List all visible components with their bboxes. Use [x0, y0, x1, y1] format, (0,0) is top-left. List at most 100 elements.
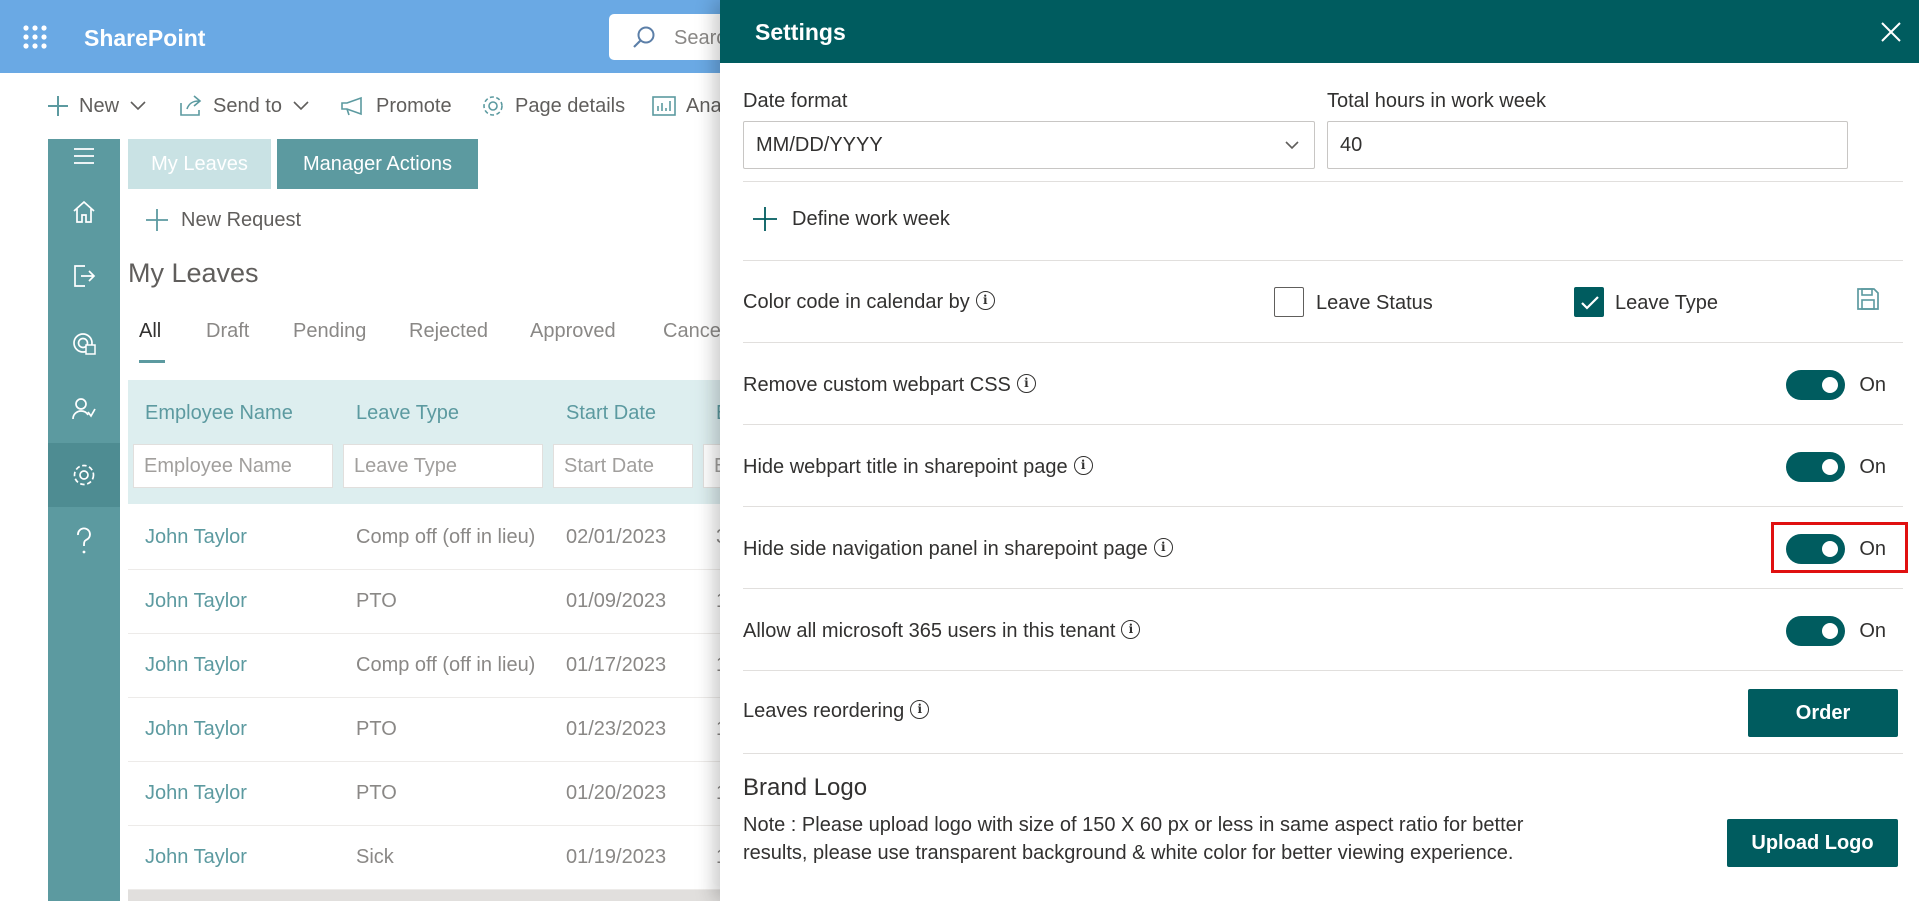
employee-name-link[interactable]: John Taylor: [145, 526, 247, 549]
upload-logo-button[interactable]: Upload Logo: [1727, 819, 1898, 867]
divider: [743, 342, 1903, 343]
define-work-week-button[interactable]: Define work week: [752, 206, 950, 232]
toggle-switch[interactable]: [1786, 370, 1846, 400]
employee-name-link[interactable]: John Taylor: [145, 590, 247, 613]
employee-name-link[interactable]: John Taylor: [145, 846, 247, 869]
allow-users-label: Allow all microsoft 365 users in this te…: [743, 620, 1116, 642]
employee-name-link[interactable]: John Taylor: [145, 654, 247, 677]
start-date-cell: 01/19/2023: [566, 846, 667, 868]
promote-button[interactable]: Promote: [340, 91, 452, 121]
hide-title-row: Hide webpart title in sharepoint page i: [743, 456, 1093, 479]
table-row[interactable]: John Taylor PTO 01/23/2023 1: [128, 698, 728, 762]
leave-type-cell: PTO: [356, 782, 397, 804]
divider: [743, 588, 1903, 589]
remove-css-toggle[interactable]: On: [1786, 367, 1886, 403]
horizontal-scrollbar[interactable]: [128, 890, 728, 901]
leave-type-label: Leave Type: [1615, 292, 1719, 314]
info-icon[interactable]: i: [1073, 456, 1093, 475]
remove-css-label: Remove custom webpart CSS: [743, 374, 1011, 396]
hide-side-nav-label: Hide side navigation panel in sharepoint…: [743, 538, 1148, 560]
analytics-button[interactable]: Ana: [652, 91, 722, 121]
info-icon[interactable]: i: [910, 700, 930, 719]
home-icon[interactable]: [48, 180, 120, 244]
table-row[interactable]: John Taylor PTO 01/09/2023 1: [128, 570, 728, 634]
send-to-button[interactable]: Send to: [179, 91, 310, 121]
help-icon[interactable]: [48, 509, 120, 573]
column-header-leave-type[interactable]: Leave Type: [356, 402, 459, 425]
leave-type-cell: Sick: [356, 846, 394, 868]
analytics-label: Ana: [686, 94, 722, 117]
date-format-dropdown[interactable]: MM/DD/YYYY: [743, 121, 1315, 169]
app-launcher-icon[interactable]: [14, 16, 56, 58]
tab-manager-actions[interactable]: Manager Actions: [277, 139, 478, 189]
start-date-cell: 02/01/2023: [566, 526, 667, 548]
leave-type-cell: PTO: [356, 718, 397, 740]
employee-name-link[interactable]: John Taylor: [145, 782, 247, 805]
table-row[interactable]: John Taylor Sick 01/19/2023 1: [128, 826, 728, 890]
new-label: New: [79, 94, 120, 117]
sharepoint-brand[interactable]: SharePoint: [84, 25, 205, 52]
page-details-label: Page details: [515, 94, 626, 117]
send-to-label: Send to: [213, 94, 282, 117]
info-icon[interactable]: i: [1153, 538, 1173, 557]
employee-name-filter[interactable]: Employee Name: [133, 444, 333, 488]
calendar-report-icon[interactable]: [48, 311, 120, 375]
info-icon[interactable]: i: [1016, 374, 1036, 393]
tab-my-leaves[interactable]: My Leaves: [128, 139, 271, 189]
toggle-switch[interactable]: [1786, 616, 1846, 646]
date-format-label: Date format: [743, 90, 848, 112]
chevron-down-icon: [293, 101, 309, 111]
filter-tab-pending[interactable]: Pending: [293, 320, 366, 343]
user-approval-icon[interactable]: [48, 377, 120, 441]
remove-css-row: Remove custom webpart CSS i: [743, 374, 1036, 397]
search-input[interactable]: Searc: [674, 27, 726, 50]
leave-status-checkbox[interactable]: [1274, 287, 1304, 317]
divider: [743, 260, 1903, 261]
toggle-state-label: On: [1859, 455, 1886, 478]
leave-type-filter[interactable]: Leave Type: [343, 444, 543, 488]
info-icon[interactable]: i: [1121, 620, 1141, 639]
start-date-cell: 01/09/2023: [566, 590, 667, 612]
filter-tab-rejected[interactable]: Rejected: [409, 320, 488, 343]
section-title: My Leaves: [128, 258, 259, 288]
total-hours-input[interactable]: 40: [1327, 121, 1848, 169]
search-icon: [631, 25, 657, 51]
new-request-button[interactable]: New Request: [145, 208, 301, 232]
order-button[interactable]: Order: [1748, 689, 1898, 737]
menu-icon[interactable]: [48, 139, 120, 173]
leave-type-cell: Comp off (off in lieu): [356, 654, 536, 676]
divider: [743, 424, 1903, 425]
brand-logo-note: Note : Please upload logo with size of 1…: [743, 814, 1524, 864]
sign-out-icon[interactable]: [48, 244, 120, 308]
new-button[interactable]: New: [47, 91, 147, 121]
megaphone-icon: [341, 96, 362, 116]
table-row[interactable]: John Taylor PTO 01/20/2023 1: [128, 762, 728, 826]
settings-panel: Settings Date format MM/DD/YYYY Total ho…: [720, 0, 1919, 901]
start-date-cell: 01/23/2023: [566, 718, 667, 740]
table-row[interactable]: John Taylor Comp off (off in lieu) 01/17…: [128, 634, 728, 698]
filter-tab-approved[interactable]: Approved: [530, 320, 616, 343]
column-header-start-date[interactable]: Start Date: [566, 402, 656, 425]
settings-gear-icon[interactable]: [48, 443, 120, 507]
filter-tab-draft[interactable]: Draft: [206, 320, 249, 343]
filter-tab-cancelled[interactable]: Cance: [663, 320, 721, 343]
page-details-button[interactable]: Page details: [481, 91, 625, 121]
reordering-label: Leaves reordering: [743, 700, 905, 722]
toggle-switch[interactable]: [1786, 452, 1846, 482]
toggle-state-label: On: [1859, 619, 1886, 642]
leave-type-checkbox[interactable]: [1574, 287, 1604, 317]
plus-icon: [146, 209, 168, 231]
leave-type-cell: Comp off (off in lieu): [356, 526, 536, 548]
column-header-employee-name[interactable]: Employee Name: [145, 402, 293, 425]
employee-name-link[interactable]: John Taylor: [145, 718, 247, 741]
allow-users-toggle[interactable]: On: [1786, 613, 1886, 649]
info-icon[interactable]: i: [975, 291, 995, 310]
start-date-filter[interactable]: Start Date: [553, 444, 693, 488]
hide-title-toggle[interactable]: On: [1786, 449, 1886, 485]
close-icon[interactable]: [1875, 16, 1907, 48]
table-row[interactable]: John Taylor Comp off (off in lieu) 02/01…: [128, 506, 728, 570]
divider: [743, 670, 1903, 671]
plus-icon: [753, 207, 777, 231]
filter-tab-all[interactable]: All: [139, 320, 161, 343]
save-icon[interactable]: [1855, 286, 1881, 312]
